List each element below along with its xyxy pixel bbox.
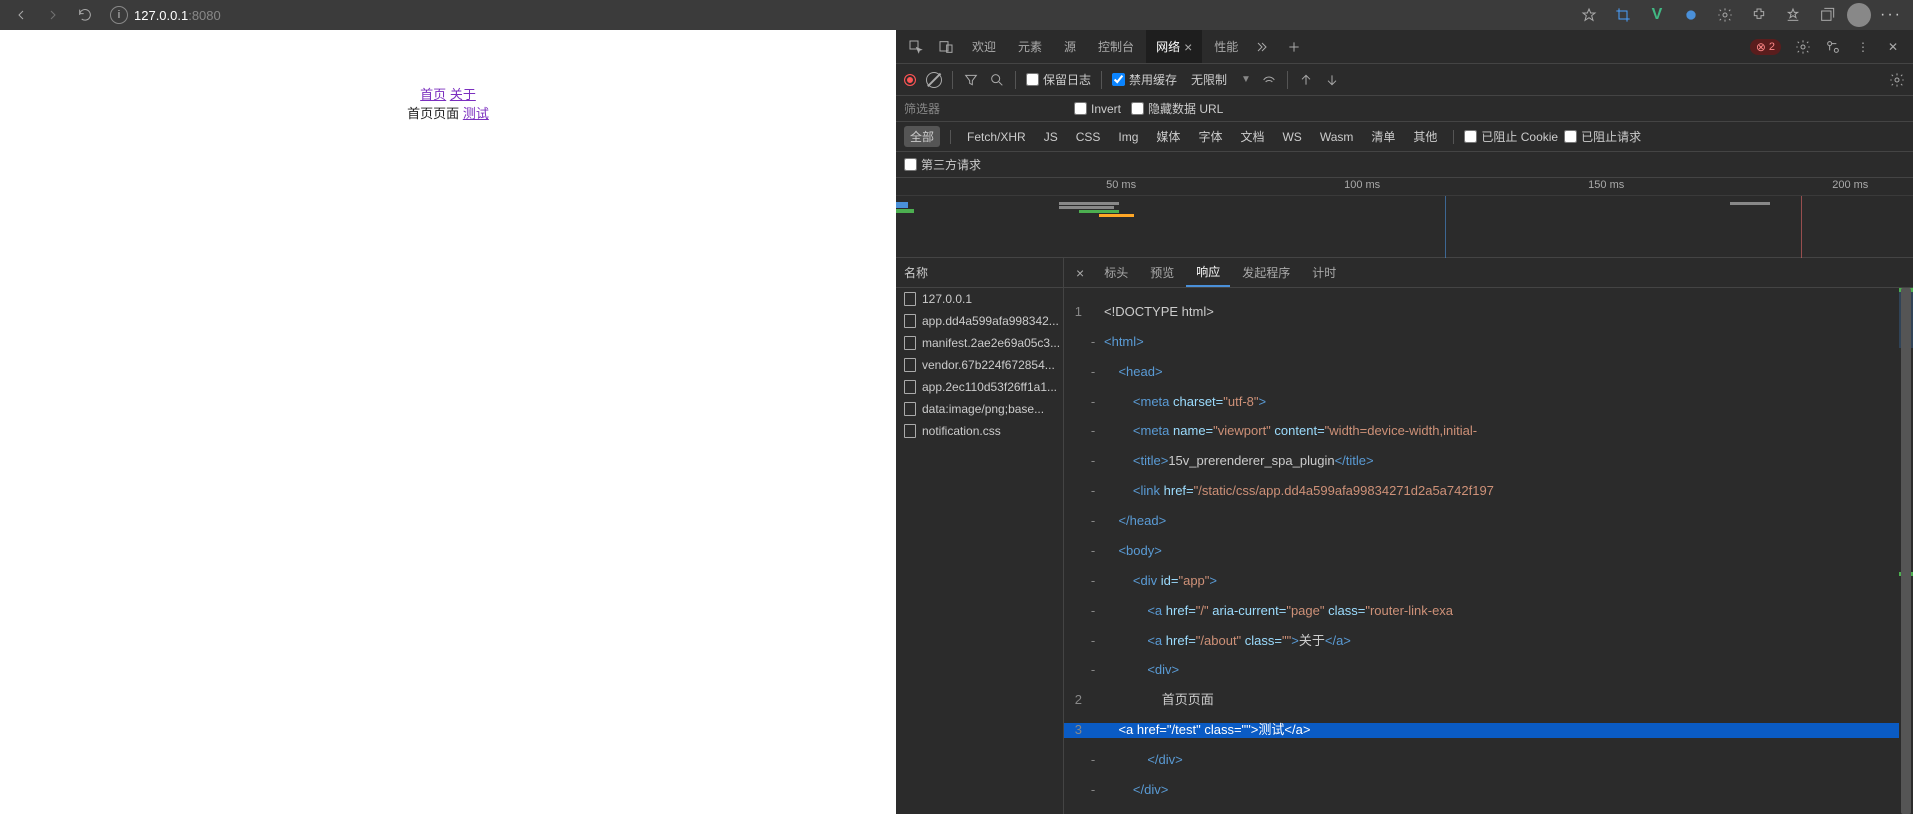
settings-icon[interactable] — [1789, 33, 1817, 61]
text-home-page: 首页页面 — [407, 106, 459, 121]
request-item[interactable]: notification.css — [896, 420, 1063, 442]
inspect-icon[interactable] — [902, 33, 930, 61]
third-party-checkbox[interactable]: 第三方请求 — [904, 156, 981, 173]
chevron-down-icon: ▼ — [1241, 74, 1251, 85]
page-viewport: 首页 关于 首页页面 测试 — [0, 30, 896, 814]
type-ws[interactable]: WS — [1276, 128, 1307, 146]
forward-button[interactable] — [40, 2, 66, 28]
timeline-tick: 200 ms — [1832, 179, 1872, 191]
collections-icon[interactable] — [1813, 1, 1841, 29]
timeline-tick: 100 ms — [1344, 179, 1384, 191]
link-about[interactable]: 关于 — [450, 87, 476, 102]
hide-data-urls-checkbox[interactable]: 隐藏数据 URL — [1131, 100, 1223, 117]
type-css[interactable]: CSS — [1070, 128, 1107, 146]
filter-input[interactable] — [904, 102, 1064, 116]
tab-sources[interactable]: 源 — [1054, 30, 1086, 63]
type-filter-row: 全部 Fetch/XHR JS CSS Img 媒体 字体 文档 WS Wasm… — [896, 122, 1913, 152]
type-fetch[interactable]: Fetch/XHR — [961, 128, 1032, 146]
extensions-icon[interactable] — [1745, 1, 1773, 29]
type-other[interactable]: 其他 — [1407, 126, 1443, 147]
timeline-tick: 50 ms — [1106, 179, 1140, 191]
browser-toolbar: i 127.0.0.1:8080 V ··· — [0, 0, 1913, 30]
detail-panel: × 标头 预览 响应 发起程序 计时 1<!DOCTYPE html> -<ht… — [1064, 258, 1913, 814]
waterfall-timeline[interactable]: 50 ms 100 ms 150 ms 200 ms — [896, 178, 1913, 258]
close-detail-icon[interactable]: × — [1068, 265, 1092, 281]
type-all[interactable]: 全部 — [904, 126, 940, 147]
request-item[interactable]: vendor.67b224f672854... — [896, 354, 1063, 376]
close-icon[interactable]: × — [1184, 39, 1192, 55]
clear-button[interactable] — [926, 72, 942, 88]
network-conditions-icon[interactable] — [1261, 72, 1277, 88]
detail-tab-response[interactable]: 响应 — [1186, 258, 1230, 287]
filter-icon[interactable] — [963, 72, 979, 88]
search-icon[interactable] — [989, 72, 1005, 88]
request-item[interactable]: app.dd4a599afa998342... — [896, 310, 1063, 332]
tab-console[interactable]: 控制台 — [1088, 30, 1144, 63]
import-icon[interactable] — [1298, 72, 1314, 88]
devtools-more-icon[interactable]: ⋮ — [1849, 33, 1877, 61]
timeline-tick: 150 ms — [1588, 179, 1628, 191]
url-text: 127.0.0.1:8080 — [134, 8, 221, 23]
type-js[interactable]: JS — [1038, 128, 1064, 146]
request-item[interactable]: manifest.2ae2e69a05c3... — [896, 332, 1063, 354]
filter-row: Invert 隐藏数据 URL — [896, 96, 1913, 122]
throttling-select[interactable]: 无限制 — [1187, 71, 1231, 88]
site-info-icon[interactable]: i — [110, 6, 128, 24]
link-home[interactable]: 首页 — [420, 87, 446, 102]
type-media[interactable]: 媒体 — [1150, 126, 1186, 147]
export-icon[interactable] — [1324, 72, 1340, 88]
detail-tab-timing[interactable]: 计时 — [1302, 258, 1346, 287]
scrollbar[interactable] — [1899, 288, 1913, 814]
type-doc[interactable]: 文档 — [1234, 126, 1270, 147]
network-settings-icon[interactable] — [1889, 72, 1905, 88]
disable-cache-checkbox[interactable]: 禁用缓存 — [1112, 71, 1177, 88]
detail-tab-headers[interactable]: 标头 — [1094, 258, 1138, 287]
type-font[interactable]: 字体 — [1192, 126, 1228, 147]
devtools-tabbar: 欢迎 元素 源 控制台 网络× 性能 2 ⋮ ✕ — [896, 30, 1913, 64]
device-toggle-icon[interactable] — [932, 33, 960, 61]
tab-performance[interactable]: 性能 — [1204, 30, 1248, 63]
type-wasm[interactable]: Wasm — [1314, 128, 1360, 146]
extension-icon-2[interactable] — [1711, 1, 1739, 29]
error-count-badge[interactable]: 2 — [1750, 39, 1781, 55]
detail-tab-preview[interactable]: 预览 — [1140, 258, 1184, 287]
tab-welcome[interactable]: 欢迎 — [962, 30, 1006, 63]
request-item[interactable]: app.2ec110d53f26ff1a1... — [896, 376, 1063, 398]
request-item[interactable]: data:image/png;base... — [896, 398, 1063, 420]
activity-icon[interactable] — [1819, 33, 1847, 61]
type-filter-row-2: 第三方请求 — [896, 152, 1913, 178]
blocked-requests-checkbox[interactable]: 已阻止请求 — [1564, 128, 1641, 145]
tab-elements[interactable]: 元素 — [1008, 30, 1052, 63]
request-list: 名称 127.0.0.1 app.dd4a599afa998342... man… — [896, 258, 1064, 814]
tab-network[interactable]: 网络× — [1146, 30, 1202, 63]
address-bar[interactable]: i 127.0.0.1:8080 — [110, 6, 221, 24]
detail-tab-initiator[interactable]: 发起程序 — [1232, 258, 1300, 287]
crop-icon[interactable] — [1609, 1, 1637, 29]
request-item[interactable]: 127.0.0.1 — [896, 288, 1063, 310]
network-toolbar: 保留日志 禁用缓存 无限制 ▼ — [896, 64, 1913, 96]
preserve-log-checkbox[interactable]: 保留日志 — [1026, 71, 1091, 88]
detail-tabbar: × 标头 预览 响应 发起程序 计时 — [1064, 258, 1913, 288]
devtools-panel: 欢迎 元素 源 控制台 网络× 性能 2 ⋮ ✕ 保留日志 禁用缓存 — [896, 30, 1913, 814]
vue-devtools-icon[interactable]: V — [1643, 1, 1671, 29]
type-manifest[interactable]: 清单 — [1365, 126, 1401, 147]
reload-button[interactable] — [72, 2, 98, 28]
add-tab-icon[interactable] — [1280, 33, 1308, 61]
more-icon[interactable]: ··· — [1877, 1, 1905, 29]
response-code-view[interactable]: 1<!DOCTYPE html> -<html> - <head> - <met… — [1064, 288, 1913, 814]
extension-icon-1[interactable] — [1677, 1, 1705, 29]
request-list-header: 名称 — [896, 258, 1063, 288]
more-tabs-icon[interactable] — [1250, 33, 1278, 61]
invert-checkbox[interactable]: Invert — [1074, 102, 1121, 116]
back-button[interactable] — [8, 2, 34, 28]
link-test[interactable]: 测试 — [463, 106, 489, 121]
blocked-cookies-checkbox[interactable]: 已阻止 Cookie — [1464, 128, 1558, 145]
favorites-bar-icon[interactable] — [1779, 1, 1807, 29]
favorites-icon[interactable] — [1575, 1, 1603, 29]
type-img[interactable]: Img — [1112, 128, 1144, 146]
profile-avatar[interactable] — [1847, 3, 1871, 27]
devtools-close-icon[interactable]: ✕ — [1879, 33, 1907, 61]
record-button[interactable] — [904, 74, 916, 86]
